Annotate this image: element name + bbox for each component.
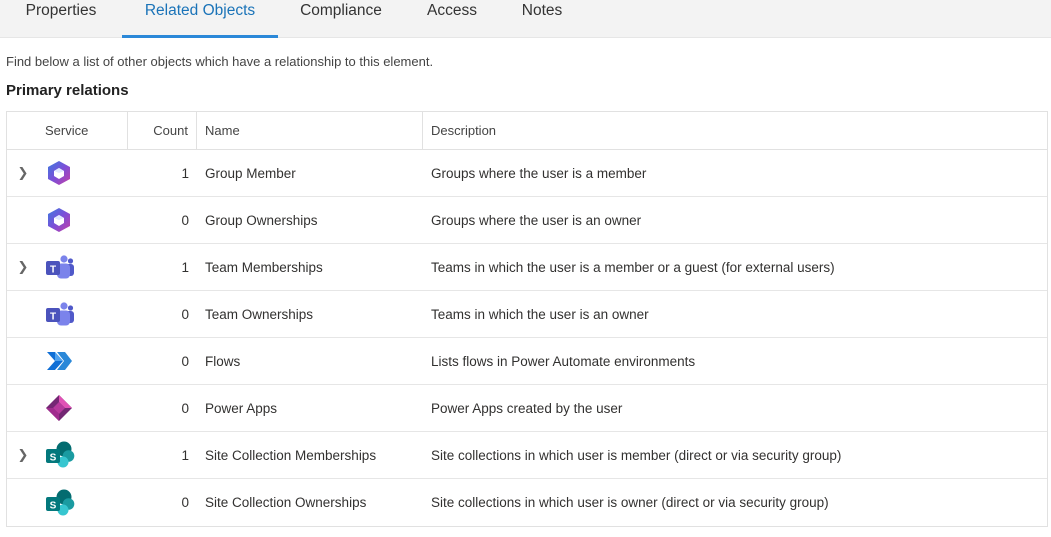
- count-cell: 1: [181, 447, 189, 463]
- count-cell: 1: [181, 165, 189, 181]
- power-automate-icon: [39, 347, 128, 375]
- table-row[interactable]: S 0 Site Collection Ownerships Site collect…: [7, 479, 1047, 526]
- name-cell: Team Memberships: [205, 259, 323, 275]
- description-cell: Teams in which the user is an owner: [431, 306, 649, 322]
- tab-notes[interactable]: Notes: [500, 0, 584, 38]
- name-cell: Site Collection Memberships: [205, 447, 377, 463]
- name-cell: Power Apps: [205, 400, 278, 416]
- name-cell: Flows: [205, 353, 241, 369]
- chevron-right-icon[interactable]: ❯: [18, 165, 29, 181]
- intro-text: Find below a list of other objects which…: [6, 54, 434, 69]
- sharepoint-icon: S: [39, 489, 128, 517]
- count-cell: 0: [181, 212, 189, 228]
- name-cell: Group Member: [205, 165, 296, 181]
- teams-icon-letter: T: [50, 312, 56, 323]
- table-header: Service Count Name Description: [7, 112, 1047, 150]
- name-cell: Group Ownerships: [205, 212, 318, 228]
- count-cell: 0: [181, 400, 189, 416]
- section-title: Primary relations: [6, 82, 129, 99]
- name-cell: Team Ownerships: [205, 306, 314, 322]
- column-header-count[interactable]: Count: [128, 112, 197, 149]
- teams-icon: T: [39, 300, 128, 328]
- description-cell: Groups where the user is an owner: [431, 212, 642, 228]
- table-row[interactable]: 0 Power Apps Power Apps created by the use…: [7, 385, 1047, 432]
- table-row[interactable]: 0 Flows Lists flows in Power Automate envi…: [7, 338, 1047, 385]
- description-cell: Site collections in which user is member…: [431, 447, 842, 463]
- count-cell: 0: [181, 495, 189, 510]
- expand-cell[interactable]: ❯: [7, 259, 39, 275]
- table-row[interactable]: ❯ T 1 Team Memberships Teams in which the us…: [7, 244, 1047, 291]
- expand-cell[interactable]: ❯: [7, 165, 39, 181]
- office-groups-icon: [39, 159, 128, 187]
- table-row[interactable]: 0 Group Ownerships Groups where the user i…: [7, 197, 1047, 244]
- count-cell: 0: [181, 306, 189, 322]
- sharepoint-icon: S: [39, 441, 128, 469]
- description-cell: Power Apps created by the user: [431, 400, 623, 416]
- relations-table: Service Count Name Description ❯ 1 Group M…: [6, 111, 1048, 527]
- tab-access[interactable]: Access: [404, 0, 500, 38]
- count-cell: 0: [181, 353, 189, 369]
- tab-properties[interactable]: Properties: [0, 0, 122, 38]
- chevron-right-icon[interactable]: ❯: [18, 447, 29, 463]
- table-row[interactable]: T 0 Team Ownerships Teams in which the user…: [7, 291, 1047, 338]
- count-cell: 1: [181, 259, 189, 275]
- description-cell: Lists flows in Power Automate environmen…: [431, 353, 696, 369]
- chevron-right-icon[interactable]: ❯: [18, 259, 29, 275]
- name-cell: Site Collection Ownerships: [205, 495, 367, 510]
- table-row[interactable]: ❯ S 1 Site Collection Memberships Site colle…: [7, 432, 1047, 479]
- tab-related-objects[interactable]: Related Objects: [122, 0, 278, 38]
- sharepoint-icon-letter: S: [50, 453, 57, 464]
- tab-bar: Properties Related Objects Compliance Ac…: [0, 0, 1051, 38]
- power-apps-icon: [39, 394, 128, 422]
- column-header-name[interactable]: Name: [197, 112, 423, 149]
- description-cell: Site collections in which user is owner …: [431, 495, 829, 510]
- tab-compliance[interactable]: Compliance: [278, 0, 404, 38]
- table-row[interactable]: ❯ 1 Group Member Groups where the user is a…: [7, 150, 1047, 197]
- teams-icon: T: [39, 253, 128, 281]
- sharepoint-icon-letter: S: [50, 500, 57, 511]
- teams-icon-letter: T: [50, 265, 56, 276]
- table-body: ❯ 1 Group Member Groups where the user is a…: [7, 150, 1047, 526]
- column-header-service[interactable]: Service: [7, 112, 128, 149]
- office-groups-icon: [39, 206, 128, 234]
- column-header-description[interactable]: Description: [423, 112, 1047, 149]
- expand-cell[interactable]: ❯: [7, 447, 39, 463]
- description-cell: Teams in which the user is a member or a…: [431, 259, 835, 275]
- description-cell: Groups where the user is a member: [431, 165, 647, 181]
